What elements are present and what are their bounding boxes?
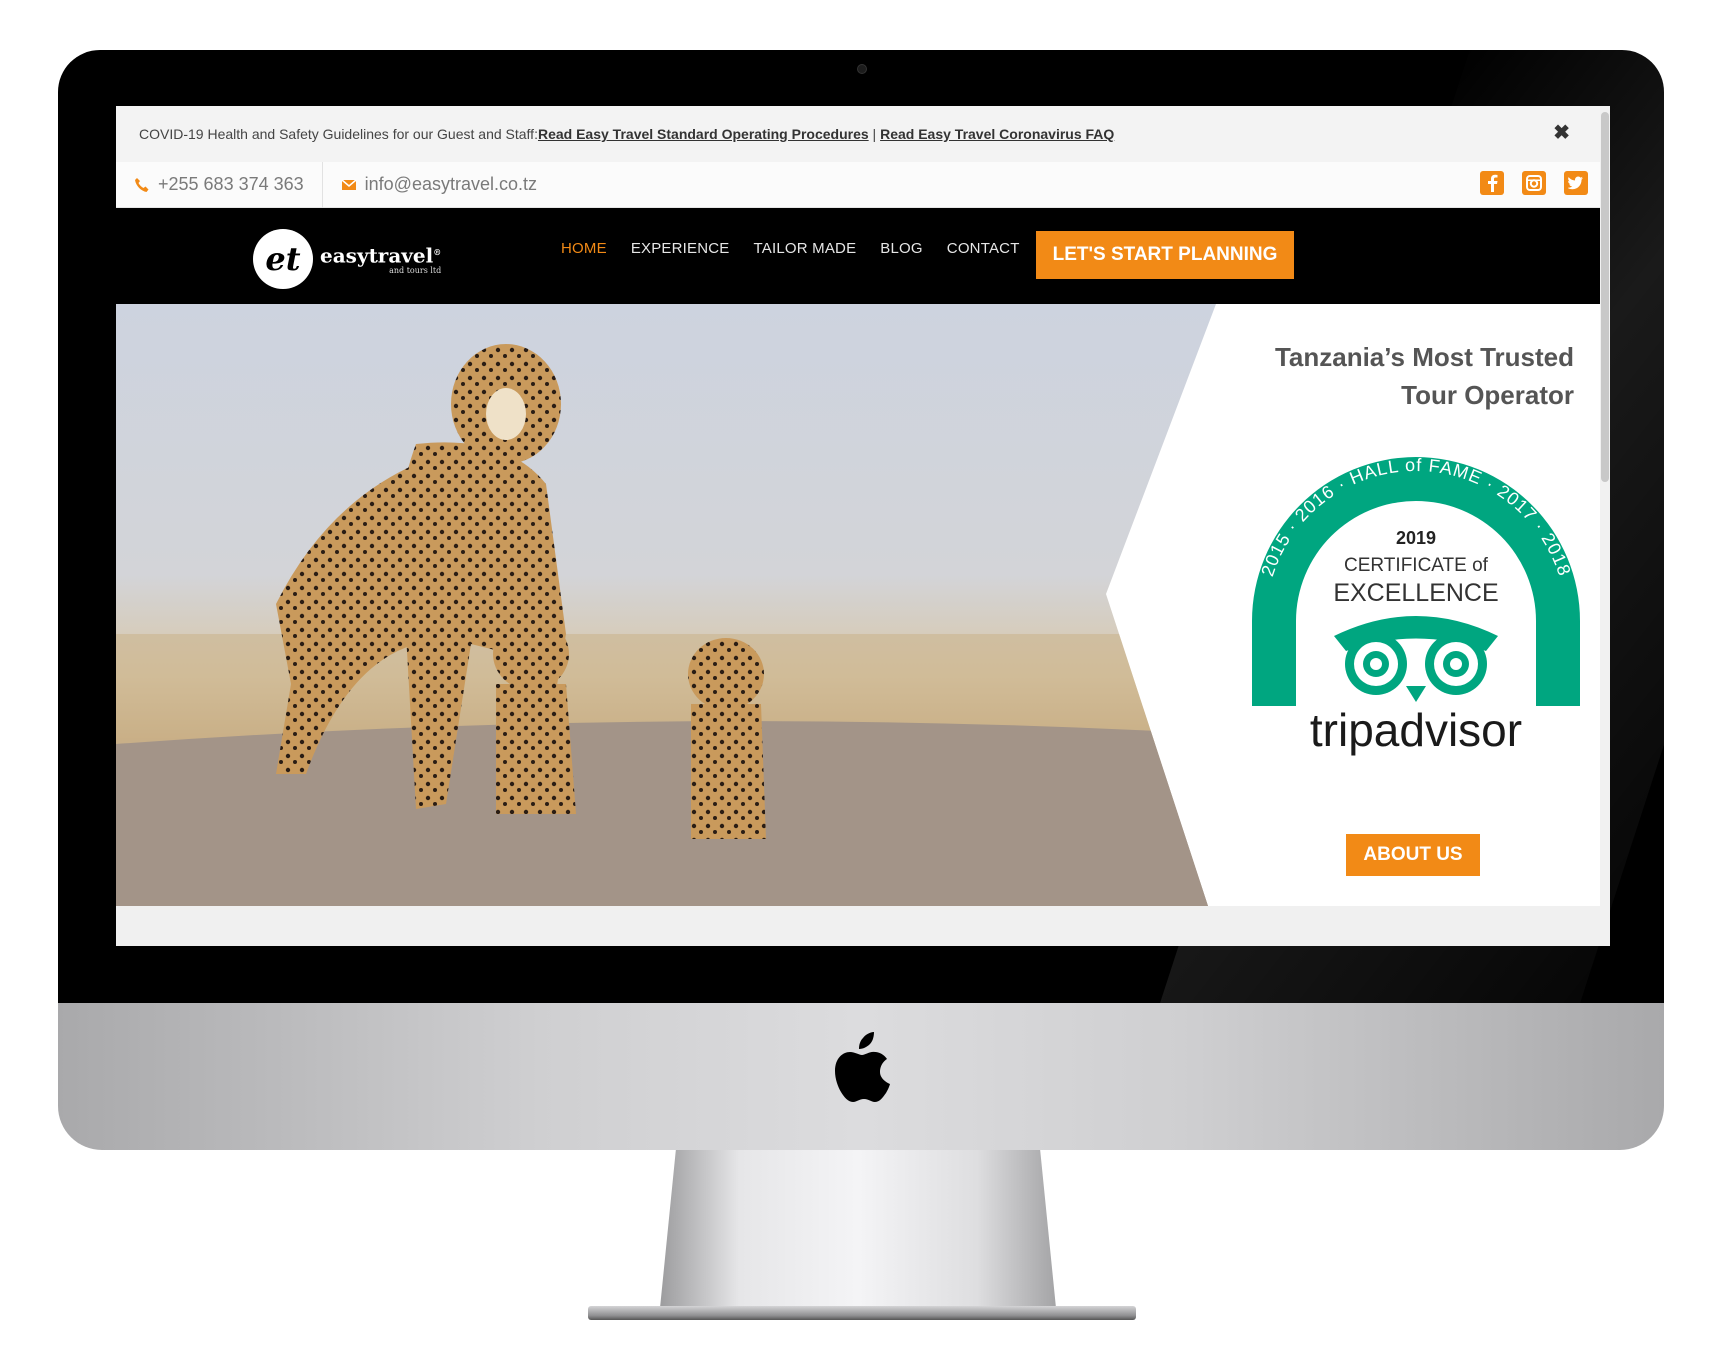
logo-mark-text: et: [265, 240, 300, 278]
imac-stand-neck: [660, 1150, 1056, 1308]
tripadvisor-owl-icon: [1334, 616, 1498, 702]
badge-year: 2019: [1396, 528, 1436, 548]
about-us-button[interactable]: ABOUT US: [1346, 834, 1480, 876]
instagram-icon[interactable]: [1522, 171, 1546, 195]
facebook-icon[interactable]: [1480, 171, 1504, 195]
hero-section: Tanzania’s Most Trusted Tour Operator 20…: [116, 304, 1600, 906]
logo-text: easytravel® and tours ltd: [320, 243, 442, 275]
camera-icon: [857, 64, 867, 74]
envelope-icon: [341, 178, 357, 190]
sop-link[interactable]: Read Easy Travel Standard Operating Proc…: [538, 126, 869, 142]
easytravel-logo[interactable]: et easytravel® and tours ltd: [252, 228, 441, 290]
email-address: info@easytravel.co.tz: [364, 174, 538, 194]
start-planning-button[interactable]: LET'S START PLANNING: [1036, 231, 1294, 279]
headline-line-1: Tanzania’s Most Trusted: [1274, 342, 1574, 372]
close-icon[interactable]: ✖: [1553, 123, 1570, 143]
badge-line-1: CERTIFICATE of: [1344, 555, 1489, 576]
email-contact[interactable]: info@easytravel.co.tz: [321, 161, 555, 208]
social-links: [1480, 171, 1588, 195]
imac-stand-base: [588, 1306, 1136, 1320]
browser-screen: COVID-19 Health and Safety Guidelines fo…: [116, 106, 1610, 946]
nav-tailor-made[interactable]: TAILOR MADE: [754, 240, 857, 257]
phone-number: +255 683 374 363: [158, 174, 304, 194]
cheetah-cub-shape: [688, 638, 766, 839]
cheetah-cub-shape: [493, 618, 576, 814]
scrollbar[interactable]: [1600, 106, 1610, 946]
phone-icon: [135, 177, 149, 192]
tripadvisor-wordmark: tripadvisor: [1310, 704, 1522, 756]
badge-line-2: EXCELLENCE: [1333, 579, 1498, 607]
logo-name: easytravel: [320, 243, 434, 268]
headline-line-2: Tour Operator: [1401, 380, 1574, 410]
phone-contact[interactable]: +255 683 374 363: [116, 162, 322, 208]
hero-info-panel: Tanzania’s Most Trusted Tour Operator 20…: [1156, 304, 1600, 906]
next-section-strip: [116, 906, 1600, 946]
nav-blog[interactable]: BLOG: [880, 240, 922, 257]
notice-separator: |: [868, 126, 881, 142]
tripadvisor-badge: 2015 · 2016 · HALL of FAME · 2017 · 2018…: [1252, 455, 1580, 756]
main-nav-bar: et easytravel® and tours ltd HOME EXPERI…: [116, 208, 1600, 304]
nav-experience[interactable]: EXPERIENCE: [631, 240, 730, 257]
twitter-icon[interactable]: [1564, 171, 1588, 195]
covid-notice-bar: COVID-19 Health and Safety Guidelines fo…: [116, 106, 1600, 162]
nav-links: HOME EXPERIENCE TAILOR MADE BLOG CONTACT: [561, 240, 1044, 257]
nav-contact[interactable]: CONTACT: [947, 240, 1020, 257]
scrollbar-thumb[interactable]: [1601, 112, 1609, 482]
apple-logo-icon: [835, 1032, 890, 1102]
notice-text: COVID-19 Health and Safety Guidelines fo…: [139, 126, 538, 142]
contact-bar: +255 683 374 363 info@easytravel.co.tz: [116, 161, 1600, 208]
nav-home[interactable]: HOME: [561, 240, 607, 257]
logo-mark-icon: et: [253, 229, 313, 289]
hero-headline: Tanzania’s Most Trusted Tour Operator: [1275, 338, 1574, 414]
cheetah-hero-image: [116, 304, 1216, 906]
coronavirus-faq-link[interactable]: Read Easy Travel Coronavirus FAQ: [880, 126, 1114, 142]
